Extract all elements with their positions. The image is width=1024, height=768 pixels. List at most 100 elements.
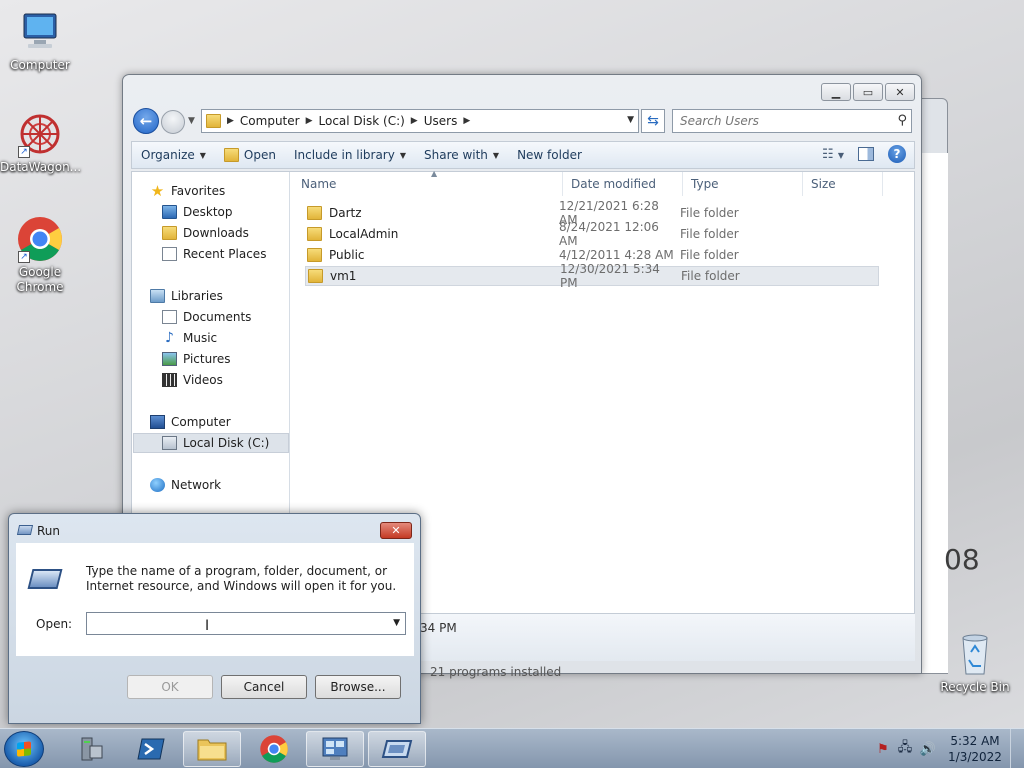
documents-icon	[162, 310, 177, 324]
column-header-type[interactable]: Type	[683, 172, 803, 196]
recent-pages-dropdown[interactable]: ▼	[188, 116, 195, 126]
breadcrumb-separator-icon[interactable]: ▶	[306, 116, 313, 126]
taskbar-explorer[interactable]	[183, 731, 241, 767]
nav-libraries[interactable]: Libraries	[150, 286, 223, 306]
dialog-title: Run	[37, 524, 61, 538]
details-fragment: 21 programs installed	[430, 665, 562, 679]
breadcrumb-separator-icon[interactable]: ▶	[411, 116, 418, 126]
search-box[interactable]: ⚲	[672, 109, 912, 133]
taskbar-run[interactable]	[368, 731, 426, 767]
open-input[interactable]	[87, 613, 377, 634]
organize-button[interactable]: Organize ▼	[132, 142, 215, 168]
star-icon: ★	[150, 182, 165, 200]
breadcrumb-separator-icon[interactable]: ▶	[463, 116, 470, 126]
minimize-button[interactable]: ▁	[821, 83, 851, 101]
column-header-size[interactable]: Size	[803, 172, 883, 196]
shortcut-arrow-icon: ↗	[18, 251, 30, 263]
volume-icon[interactable]: 🔊	[916, 742, 940, 757]
text-cursor-icon: I	[205, 618, 210, 634]
nav-desktop[interactable]: Desktop	[162, 202, 233, 222]
column-header-name[interactable]: Name ▲	[293, 169, 563, 196]
desktop-icon-datawagon[interactable]: ↗ DataWagon...	[0, 110, 81, 175]
column-header-date[interactable]: Date modified	[563, 172, 683, 196]
start-button[interactable]	[4, 731, 44, 767]
nav-music[interactable]: ♪ Music	[162, 328, 217, 348]
chevron-down-icon: ▼	[199, 150, 206, 160]
maximize-button[interactable]: ▭	[853, 83, 883, 101]
chevron-down-icon[interactable]: ▼	[393, 618, 400, 628]
breadcrumb-computer[interactable]: Computer	[240, 114, 300, 128]
taskbar-chrome[interactable]	[245, 731, 303, 767]
clock-time: 5:32 AM	[950, 734, 1000, 748]
organize-label: Organize	[141, 148, 195, 162]
sort-ascending-icon: ▲	[431, 169, 438, 178]
run-dialog[interactable]: Run ✕ Type the name of a program, folder…	[8, 513, 421, 724]
taskbar-remote-desktop[interactable]	[306, 731, 364, 767]
nav-computer[interactable]: Computer	[150, 412, 231, 432]
open-combobox[interactable]: ▼	[86, 612, 406, 635]
close-button[interactable]: ✕	[885, 83, 915, 101]
share-with-button[interactable]: Share with ▼	[415, 142, 508, 168]
computer-icon	[150, 415, 165, 429]
folder-icon	[307, 248, 322, 262]
desktop-icon-label: Recycle Bin	[940, 680, 1010, 694]
preview-pane-button[interactable]	[858, 147, 874, 161]
run-icon	[27, 569, 63, 589]
table-row[interactable]: vm1 12/30/2021 5:34 PM File folder	[305, 262, 879, 290]
nav-recent-places[interactable]: Recent Places	[162, 244, 266, 264]
datawagon-icon: ↗	[16, 110, 64, 158]
search-input[interactable]	[680, 114, 880, 128]
address-dropdown-icon[interactable]: ▼	[627, 115, 634, 125]
nav-videos[interactable]: Videos	[162, 370, 223, 390]
browse-button[interactable]: Browse...	[315, 675, 401, 699]
nav-label: Desktop	[183, 205, 233, 219]
file-type: File folder	[680, 227, 739, 241]
nav-label: Favorites	[171, 184, 226, 198]
cancel-button[interactable]: Cancel	[221, 675, 307, 699]
address-bar[interactable]: ▶ Computer ▶ Local Disk (C:) ▶ Users ▶ ▼	[201, 109, 639, 133]
back-button[interactable]: ←	[133, 108, 159, 134]
search-icon[interactable]: ⚲	[897, 113, 907, 128]
network-status-icon[interactable]: 🖧	[894, 738, 916, 760]
taskbar-clock[interactable]: 5:32 AM 1/3/2022	[940, 733, 1010, 765]
file-date: 8/24/2021 12:06 AM	[559, 220, 659, 248]
breadcrumb-local-disk[interactable]: Local Disk (C:)	[319, 114, 405, 128]
nav-favorites[interactable]: ★ Favorites	[150, 181, 225, 201]
close-button[interactable]: ✕	[380, 522, 412, 539]
include-in-library-button[interactable]: Include in library ▼	[285, 142, 415, 168]
desktop-icon-computer[interactable]: Computer	[0, 8, 80, 73]
open-button[interactable]: Open	[215, 142, 285, 168]
action-center-flag-icon[interactable]: ⚑	[872, 742, 894, 757]
open-label: Open:	[36, 617, 73, 631]
nav-pictures[interactable]: Pictures	[162, 349, 231, 369]
desktop-icon-label: Computer	[10, 58, 70, 72]
nav-network[interactable]: Network	[150, 475, 221, 495]
background-text: 08	[944, 543, 980, 576]
refresh-button[interactable]: ⇆	[641, 109, 665, 133]
show-desktop-button[interactable]	[1010, 729, 1024, 768]
recycle-bin-icon	[951, 630, 999, 678]
nav-label: Network	[171, 478, 222, 492]
nav-downloads[interactable]: Downloads	[162, 223, 249, 243]
forward-button[interactable]	[161, 110, 185, 134]
view-options-button[interactable]: ☷ ▼	[822, 147, 844, 162]
taskbar-powershell[interactable]	[122, 731, 180, 767]
new-folder-button[interactable]: New folder	[508, 142, 591, 168]
nav-local-disk[interactable]: Local Disk (C:)	[133, 433, 289, 453]
nav-label: Music	[183, 331, 218, 345]
ok-button[interactable]: OK	[127, 675, 213, 699]
nav-label: Downloads	[183, 226, 249, 240]
dialog-content: Type the name of a program, folder, docu…	[16, 543, 414, 656]
server-manager-icon	[81, 737, 103, 761]
breadcrumb-separator-icon[interactable]: ▶	[227, 116, 234, 126]
nav-documents[interactable]: Documents	[162, 307, 251, 327]
desktop-icon-chrome[interactable]: ↗ Google Chrome	[0, 215, 80, 295]
taskbar-server-manager[interactable]	[62, 731, 120, 767]
table-row[interactable]: LocalAdmin 8/24/2021 12:06 AM File folde…	[305, 220, 879, 248]
address-row: ← ▼ ▶ Computer ▶ Local Disk (C:) ▶ Users…	[131, 107, 915, 135]
nav-label: Videos	[183, 373, 223, 387]
folder-open-icon	[223, 148, 239, 162]
desktop-icon-label: Google Chrome	[16, 265, 64, 294]
help-icon[interactable]: ?	[888, 145, 906, 163]
breadcrumb-users[interactable]: Users	[424, 114, 458, 128]
